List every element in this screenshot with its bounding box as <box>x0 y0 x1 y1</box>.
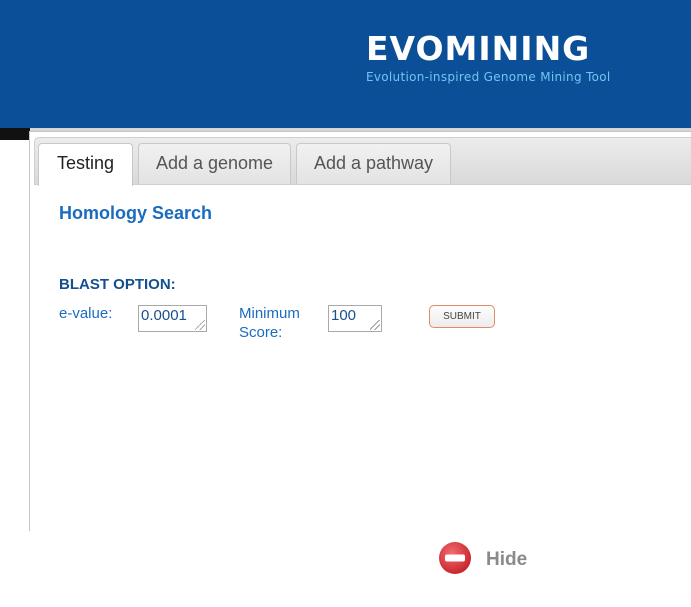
homology-search-title: Homology Search <box>59 203 213 223</box>
main-panel: Testing Add a genome Add a pathway Homol… <box>29 131 691 531</box>
min-score-label-line1: Minimum <box>239 305 300 322</box>
min-score-input[interactable]: 100 <box>328 305 382 332</box>
left-edge-strip <box>0 128 30 140</box>
hide-label: Hide <box>486 549 528 570</box>
resize-grip-icon[interactable] <box>370 320 380 330</box>
app-logo-subtitle: Evolution-inspired Genome Mining Tool <box>366 70 611 84</box>
evalue-label: e-value: <box>59 305 113 322</box>
min-score-value: 100 <box>331 307 357 324</box>
tab-add-pathway[interactable]: Add a pathway <box>296 143 451 184</box>
resize-grip-icon[interactable] <box>195 320 205 330</box>
app-header: EVOMINING Evolution-inspired Genome Mini… <box>0 0 691 128</box>
min-score-label-line2: Score: <box>239 324 283 341</box>
tab-testing[interactable]: Testing <box>38 143 133 186</box>
evalue-value: 0.0001 <box>141 307 187 324</box>
blast-option-heading: BLAST OPTION: <box>59 276 176 293</box>
app-logo-title: EVOMINING <box>366 29 591 68</box>
evalue-input[interactable]: 0.0001 <box>138 305 207 332</box>
tab-bar: Testing Add a genome Add a pathway <box>34 137 691 186</box>
tab-add-genome[interactable]: Add a genome <box>138 143 291 184</box>
minus-circle-icon <box>439 542 471 574</box>
submit-button[interactable]: SUBMIT <box>429 305 495 328</box>
min-score-label: Minimum Score: <box>239 304 319 342</box>
